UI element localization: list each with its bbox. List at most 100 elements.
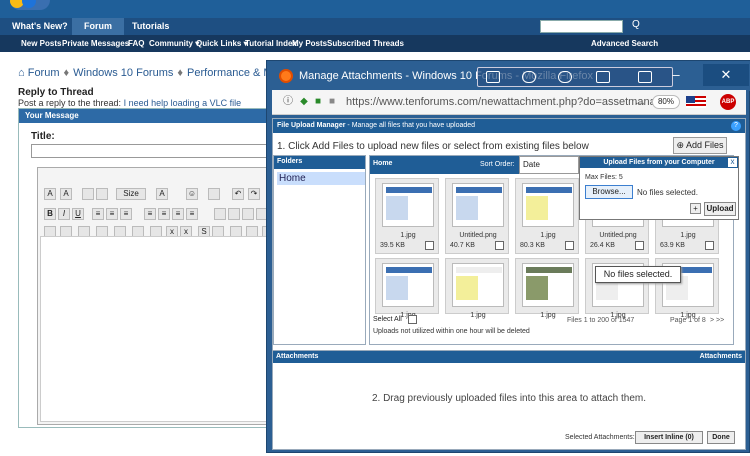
attachments-area[interactable]: Attachments Attachments 2. Drag previous… — [273, 350, 745, 450]
us-flag-icon[interactable] — [686, 96, 706, 108]
align-right-icon[interactable]: ≡ — [120, 208, 132, 220]
link-icon[interactable] — [214, 208, 226, 220]
search-input[interactable] — [540, 20, 623, 33]
numbered-list-icon[interactable]: ≡ — [144, 208, 156, 220]
file-thumbnail[interactable]: 1.jpg 39.5 KB — [375, 178, 439, 254]
browse-button[interactable]: Browse... — [585, 185, 633, 199]
manager-header: File Upload Manager - Manage all files t… — [273, 119, 745, 133]
insert-icon[interactable] — [208, 188, 220, 200]
file-checkbox[interactable] — [495, 241, 504, 250]
adblock-icon[interactable]: ABP — [720, 94, 736, 110]
message-header: Your Message — [19, 109, 277, 123]
smiley-icon[interactable]: ☺ — [186, 188, 198, 200]
copy-icon[interactable] — [82, 188, 94, 200]
folder-home[interactable]: Home — [277, 172, 365, 185]
subnav-my-posts[interactable]: My Posts — [292, 39, 327, 48]
url-field[interactable]: https://www.tenforums.com/newattachment.… — [346, 96, 679, 108]
shield-icon[interactable]: ◆ — [298, 96, 310, 108]
lock-icon[interactable]: ■ — [312, 96, 324, 108]
subnav-new-posts[interactable]: New Posts — [21, 39, 61, 48]
file-checkbox[interactable] — [705, 241, 714, 250]
insert-inline-button[interactable]: Insert Inline (0) — [635, 431, 703, 444]
page-actions-icon[interactable]: ■ — [326, 96, 338, 108]
outdent-icon[interactable]: ≡ — [172, 208, 184, 220]
nav-tab-tutorials[interactable]: Tutorials — [126, 18, 175, 35]
nav-tab-whats-new[interactable]: What's New? — [6, 18, 74, 35]
close-window-icon[interactable]: ✕ — [703, 64, 749, 86]
forum-nav-bar: What's New? Forum Tutorials Q — [0, 18, 750, 35]
overlay-pin-icon[interactable] — [638, 71, 652, 83]
forum-top-bar — [0, 0, 750, 18]
zoom-indicator[interactable]: 80% — [652, 95, 680, 109]
align-center-icon[interactable]: ≡ — [106, 208, 118, 220]
font-color-icon[interactable]: A — [44, 188, 56, 200]
file-name: Untitled.png — [459, 232, 497, 239]
add-files-button[interactable]: ⊕ Add Files — [673, 137, 727, 154]
add-upload-field-button[interactable]: + — [690, 203, 701, 214]
breadcrumb-forum[interactable]: Forum — [28, 67, 60, 79]
overlay-settings-icon[interactable] — [522, 71, 536, 83]
window-titlebar[interactable]: Manage Attachments - Windows 10 Forums -… — [267, 61, 750, 91]
font-family-icon[interactable]: A — [156, 188, 168, 200]
done-button[interactable]: Done — [707, 431, 735, 444]
file-thumbnail[interactable]: Untitled.png 40.7 KB — [445, 178, 509, 254]
title-input[interactable] — [31, 144, 281, 158]
file-checkbox[interactable] — [565, 241, 574, 250]
undo-icon[interactable]: ↶ — [232, 188, 244, 200]
sort-order-label: Sort Order: — [480, 161, 515, 168]
paste-icon[interactable] — [96, 188, 108, 200]
file-name: 1.jpg — [470, 312, 486, 319]
bold-icon[interactable]: B — [44, 208, 56, 220]
title-label: Title: — [31, 131, 55, 142]
select-all-checkbox[interactable] — [408, 315, 417, 324]
subnav-quick-links[interactable]: Quick Links ▾ — [196, 39, 248, 48]
subnav-tutorial-index[interactable]: Tutorial Index — [245, 39, 297, 48]
forum-sub-nav: New Posts Private Messages FAQ Community… — [0, 35, 750, 52]
message-textarea[interactable] — [40, 236, 280, 422]
bullet-list-icon[interactable]: ≡ — [158, 208, 170, 220]
close-icon[interactable]: x — [728, 158, 737, 167]
upload-button[interactable]: Upload — [704, 202, 736, 216]
breadcrumb-windows10[interactable]: Windows 10 Forums — [73, 67, 173, 79]
overlay-screenshot-icon[interactable] — [596, 71, 610, 83]
message-editor: A A Size A ☺ ↶ ↷ B I U ≡ ≡ ≡ ≡ ≡ ≡ ≡ x x… — [37, 167, 282, 425]
help-icon[interactable]: ? — [731, 121, 741, 131]
page-indicator: Page 1 of 8 — [670, 317, 706, 324]
subnav-subscribed-threads[interactable]: Subscribed Threads — [327, 39, 404, 48]
font-size-select[interactable]: Size — [116, 188, 146, 200]
file-thumbnail[interactable]: 1.jpg — [375, 258, 439, 319]
file-thumbnail[interactable]: 1.jpg 80.3 KB — [515, 178, 579, 254]
redo-icon[interactable]: ↷ — [248, 188, 260, 200]
italic-icon[interactable]: I — [58, 208, 70, 220]
reply-title: Reply to Thread — [18, 87, 94, 98]
subnav-private-messages[interactable]: Private Messages — [62, 39, 129, 48]
file-thumbnail[interactable]: 1.jpg — [515, 258, 579, 319]
video-icon[interactable] — [242, 208, 254, 220]
file-name: 1.jpg — [540, 232, 556, 239]
align-left-icon[interactable]: ≡ — [92, 208, 104, 220]
info-icon[interactable]: ⓘ — [282, 96, 294, 108]
nav-tab-forum[interactable]: Forum — [72, 18, 124, 35]
sort-order-select[interactable]: Date — [519, 156, 579, 174]
file-checkbox[interactable] — [635, 241, 644, 250]
attachments-header-title: Attachments — [276, 353, 319, 360]
overlay-share-icon[interactable] — [486, 71, 500, 83]
underline-icon[interactable]: U — [72, 208, 84, 220]
address-bar: ⓘ ◆ ■ ■ https://www.tenforums.com/newatt… — [272, 90, 746, 115]
page-next-links[interactable]: > >> — [710, 317, 724, 324]
home-icon[interactable]: ⌂ — [18, 67, 25, 79]
search-icon[interactable]: Q — [632, 19, 640, 30]
overlay-target-icon[interactable] — [558, 71, 572, 83]
remove-format-icon[interactable]: A — [60, 188, 72, 200]
site-logo[interactable] — [10, 0, 50, 10]
subnav-community[interactable]: Community ▾ — [149, 39, 199, 48]
image-icon[interactable] — [228, 208, 240, 220]
file-thumbnail[interactable]: 1.jpg — [445, 258, 509, 319]
subnav-advanced-search[interactable]: Advanced Search — [591, 39, 658, 48]
subnav-faq[interactable]: FAQ — [128, 39, 144, 48]
maximize-icon[interactable] — [669, 64, 689, 86]
indent-icon[interactable]: ≡ — [186, 208, 198, 220]
more-actions-icon[interactable]: … — [634, 96, 646, 108]
thread-link[interactable]: I need help loading a VLC file — [124, 98, 242, 108]
file-checkbox[interactable] — [425, 241, 434, 250]
